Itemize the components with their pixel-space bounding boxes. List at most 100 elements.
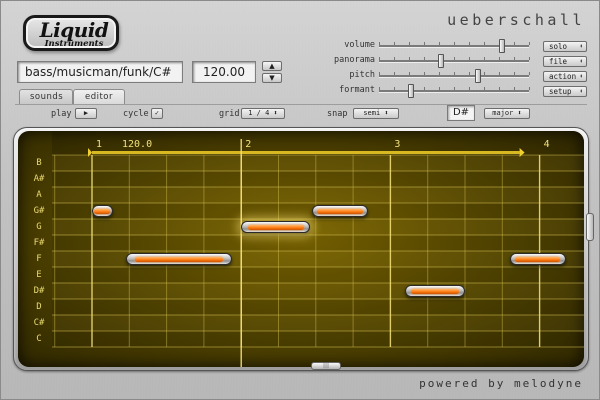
slider-thumb[interactable] xyxy=(499,39,505,53)
chevron-updown-icon: ⬍ xyxy=(579,43,583,50)
slider-track[interactable] xyxy=(379,54,530,68)
logo-subtitle: Instruments xyxy=(44,39,104,49)
tab-editor[interactable]: editor xyxy=(73,89,125,105)
file-button[interactable]: file ⬍ xyxy=(543,56,587,67)
pitch-label: D# xyxy=(33,286,45,296)
key-display[interactable]: D# xyxy=(447,105,475,121)
cycle-label: cycle xyxy=(123,109,149,119)
pitch-label: C# xyxy=(33,318,45,328)
slider-tick xyxy=(394,72,395,75)
pitch-row xyxy=(52,171,584,187)
triangle-down-icon: ▼ xyxy=(269,74,275,82)
setup-button[interactable]: setup ⬍ xyxy=(543,86,587,97)
button-label: setup xyxy=(549,87,572,96)
slider-tick xyxy=(409,42,410,45)
horizontal-scroll-handle[interactable]: ||| xyxy=(311,362,341,370)
pitch-label: G# xyxy=(33,206,45,216)
vertical-scroll-handle[interactable] xyxy=(586,213,594,241)
pitch-label: B xyxy=(36,158,42,168)
snap-select[interactable]: semi ⬍ xyxy=(353,108,399,119)
note-blob[interactable] xyxy=(241,221,311,233)
slider-tick xyxy=(424,72,425,75)
slider-thumb[interactable] xyxy=(407,84,414,98)
solo-button[interactable]: solo ⬍ xyxy=(543,41,587,52)
bar-number: 4 xyxy=(543,139,550,150)
pitch-row xyxy=(52,315,584,331)
slider-tick xyxy=(439,72,440,75)
slider-label: pitch xyxy=(349,70,375,80)
cycle-checkbox[interactable]: ✓ xyxy=(151,108,163,119)
pitch-label: G xyxy=(36,222,42,232)
note-blob[interactable] xyxy=(405,285,465,297)
slider-tick xyxy=(424,42,425,45)
play-icon: ▶ xyxy=(83,109,89,117)
cycle-region[interactable] xyxy=(92,151,520,154)
tempo-stepper: ▲ ▼ xyxy=(262,61,282,83)
slider-tick xyxy=(484,87,485,90)
tempo-display[interactable]: 120.00 xyxy=(192,61,256,83)
slider-tick xyxy=(469,57,470,60)
note-blob[interactable] xyxy=(509,253,566,265)
slider-tick xyxy=(529,72,530,75)
bar-number: 3 xyxy=(394,139,401,150)
slider-label: formant xyxy=(339,85,375,95)
slider-tick xyxy=(394,57,395,60)
slider-tick xyxy=(514,57,515,60)
slider-tick xyxy=(424,87,425,90)
tempo-down-button[interactable]: ▼ xyxy=(262,73,282,83)
pitch-row xyxy=(52,219,584,235)
action-button[interactable]: action ⬍ xyxy=(543,71,587,82)
slider-pitch: pitch xyxy=(301,69,531,83)
note-blob[interactable] xyxy=(92,205,113,217)
slider-volume: volume xyxy=(301,39,531,53)
note-editor[interactable]: 1 2 3 4 120.0 B A# A G# G F# F E D# D C# C xyxy=(18,131,584,367)
scale-select[interactable]: major ⬍ xyxy=(484,108,530,119)
slider-tick xyxy=(409,57,410,60)
tempo-up-button[interactable]: ▲ xyxy=(262,61,282,71)
pitch-label: F xyxy=(36,254,42,264)
chevron-updown-icon: ⬍ xyxy=(384,109,389,117)
slider-tick xyxy=(484,72,485,75)
note-waveform xyxy=(134,257,223,262)
note-blob[interactable] xyxy=(125,253,232,265)
slider-tick xyxy=(379,57,380,60)
slider-tick xyxy=(394,42,395,45)
slider-tick xyxy=(394,87,395,90)
pitch-label: A xyxy=(36,190,42,200)
button-label: action xyxy=(549,72,577,81)
slider-tick xyxy=(469,72,470,75)
preset-path-display[interactable]: bass/musicman/funk/C# xyxy=(17,61,183,83)
button-label: file xyxy=(549,57,568,66)
slider-tick xyxy=(469,87,470,90)
slider-panorama: panorama xyxy=(301,54,531,68)
note-blob[interactable] xyxy=(312,205,368,217)
chevron-updown-icon: ⬍ xyxy=(579,88,583,95)
slider-track[interactable] xyxy=(379,84,530,98)
slider-tick xyxy=(439,42,440,45)
slider-tick xyxy=(499,72,500,75)
slider-thumb[interactable] xyxy=(475,69,481,83)
slider-tick xyxy=(484,57,485,60)
button-label: solo xyxy=(549,42,568,51)
play-label: play xyxy=(51,109,72,119)
slider-track[interactable] xyxy=(379,39,530,53)
pitch-label: F# xyxy=(33,238,45,248)
play-button[interactable]: ▶ xyxy=(75,108,97,119)
slider-track[interactable] xyxy=(379,69,530,83)
note-waveform xyxy=(317,209,363,214)
slider-tick xyxy=(484,42,485,45)
note-waveform xyxy=(410,289,460,294)
pitch-row xyxy=(52,155,584,171)
note-waveform xyxy=(94,209,111,214)
tab-sounds[interactable]: sounds xyxy=(19,89,73,104)
slider-tick xyxy=(454,87,455,90)
note-waveform xyxy=(515,257,561,262)
pitch-row xyxy=(52,267,584,283)
tempo-marker: 120.0 xyxy=(122,139,153,150)
slider-thumb[interactable] xyxy=(437,54,444,68)
snap-label: snap xyxy=(327,109,348,119)
note-grid xyxy=(52,131,584,367)
slider-tick xyxy=(529,42,530,45)
grid-select[interactable]: 1 / 4 ⬍ xyxy=(241,108,285,119)
slider-label: volume xyxy=(344,40,375,50)
